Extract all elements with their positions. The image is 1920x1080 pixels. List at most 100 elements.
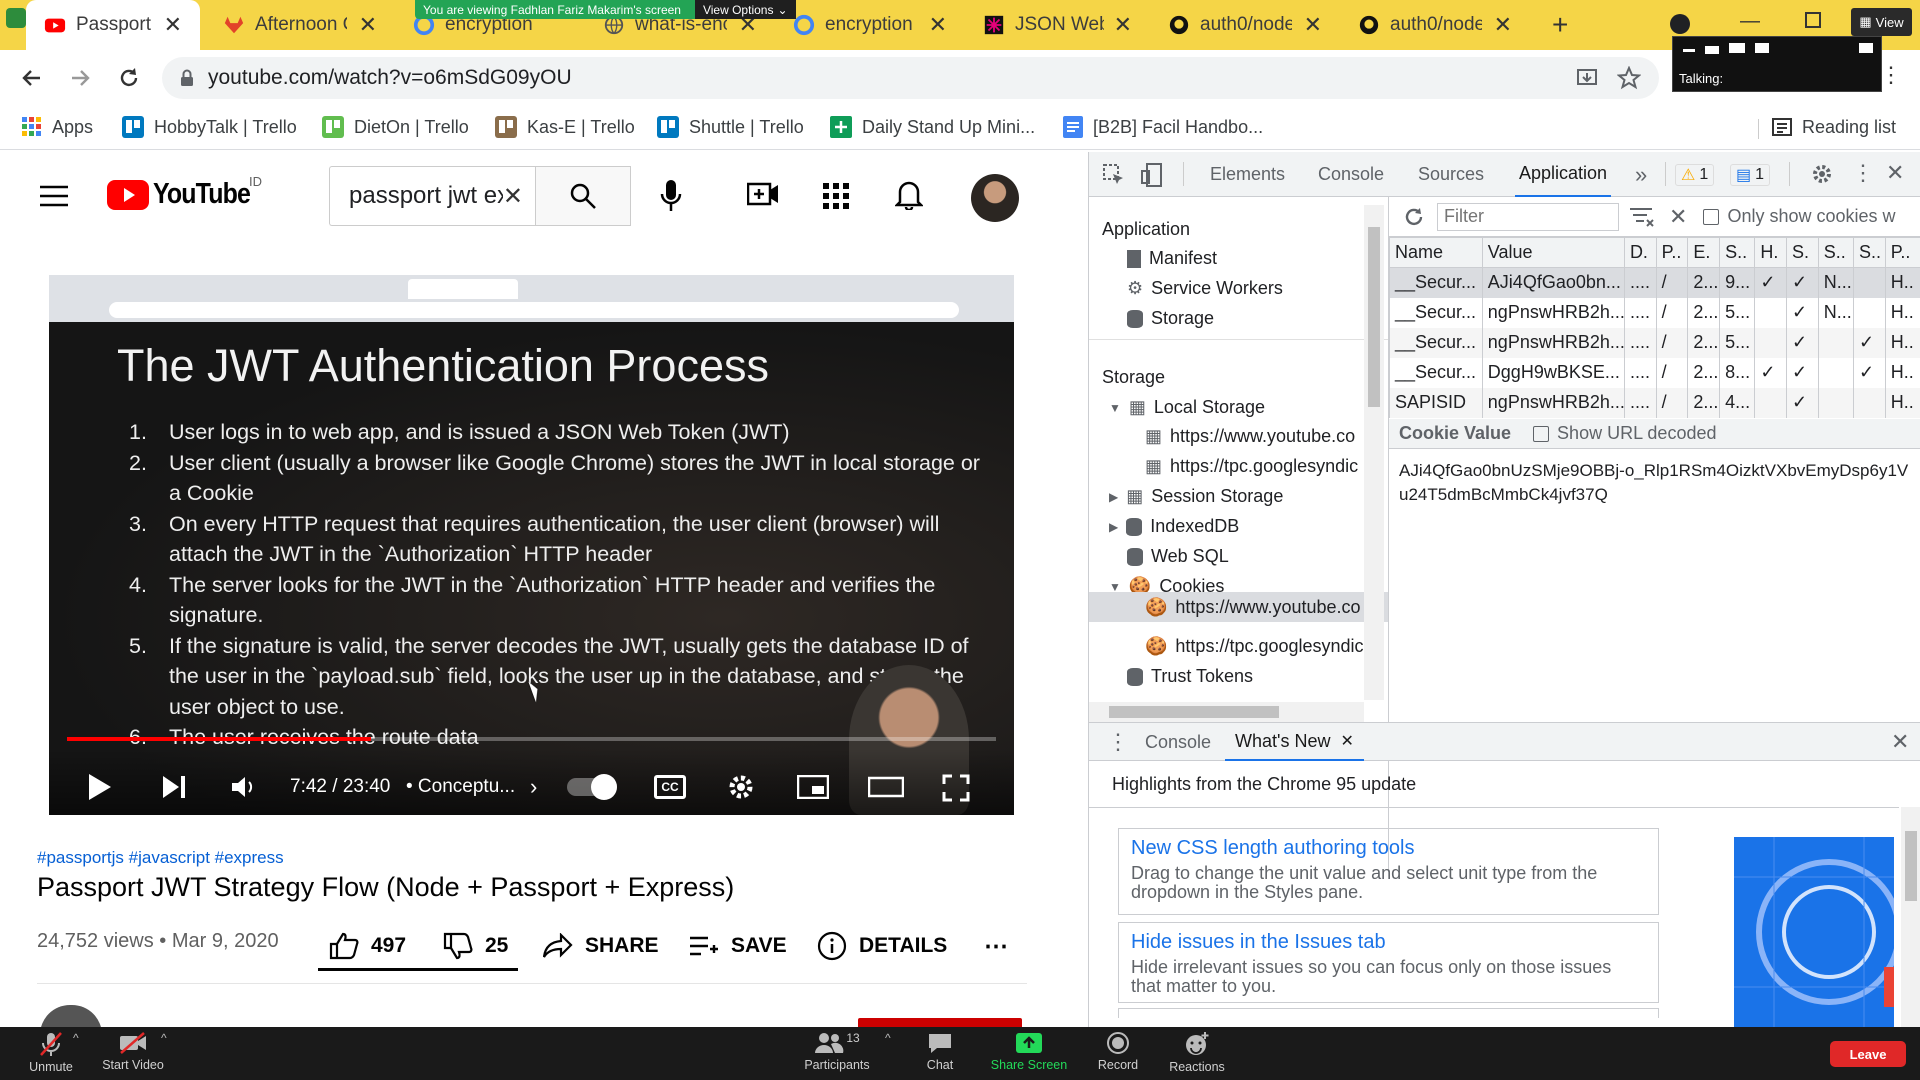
column-header-priority[interactable]: P..: [1884, 237, 1920, 268]
more-actions-icon[interactable]: ⋯: [984, 924, 1008, 968]
search-input[interactable]: passport jwt ex ✕: [329, 166, 535, 226]
zoom-view-button[interactable]: ▦ View: [1851, 8, 1912, 36]
whats-new-card[interactable]: New CSS length authoring tools Drag to c…: [1118, 828, 1659, 915]
play-icon[interactable]: [87, 772, 113, 802]
back-icon[interactable]: [20, 66, 44, 90]
leave-meeting-button[interactable]: Leave: [1830, 1041, 1906, 1067]
sidebar-item-session-storage[interactable]: ▶ ▦ Session Storage: [1109, 486, 1283, 507]
only-show-cookies-checkbox[interactable]: [1703, 208, 1720, 225]
tab-encryption-2[interactable]: encryption ✕: [775, 0, 965, 50]
bookmark-apps[interactable]: Apps: [22, 113, 93, 141]
search-button[interactable]: [535, 166, 631, 226]
bookmark-dieton[interactable]: DietOn | Trello: [322, 113, 469, 141]
sidebar-vertical-scrollbar[interactable]: [1364, 205, 1384, 700]
theater-mode-icon[interactable]: [868, 775, 904, 799]
messages-badge[interactable]: ▤ 1: [1730, 164, 1771, 186]
table-row[interactable]: SAPISID ngPnswHRB2h......./2... 4... ✓ H..: [1389, 387, 1920, 418]
bookmark-b2b-handbook[interactable]: [B2B] Facil Handbo...: [1063, 113, 1263, 141]
bookmark-star-icon[interactable]: [1617, 66, 1641, 90]
reading-list-button[interactable]: Reading list: [1772, 113, 1896, 141]
audio-options-chevron-icon[interactable]: ^: [73, 1031, 79, 1045]
share-button[interactable]: SHARE: [543, 924, 659, 968]
browser-menu-icon[interactable]: ⋮: [1880, 62, 1902, 88]
column-header-secure[interactable]: S.: [1786, 237, 1819, 268]
devtools-settings-gear-icon[interactable]: [1811, 163, 1833, 185]
record-button[interactable]: Record: [1073, 1031, 1163, 1072]
cookie-filter-input[interactable]: [1437, 202, 1619, 231]
column-header-expires[interactable]: E.: [1687, 237, 1721, 268]
next-video-icon[interactable]: [161, 774, 187, 800]
sidebar-item-web-sql[interactable]: Web SQL: [1127, 546, 1229, 567]
column-header-value[interactable]: Value: [1481, 237, 1625, 268]
show-url-decoded-checkbox[interactable]: [1533, 425, 1550, 442]
close-tab-icon[interactable]: ✕: [1494, 12, 1512, 38]
column-header-sameparty[interactable]: S..: [1853, 237, 1886, 268]
sidebar-item-storage[interactable]: Storage: [1127, 308, 1214, 329]
table-row[interactable]: __Secur... ngPnswHRB2h......./2... 5... ✓ ✓ H…: [1389, 327, 1920, 358]
tab-console[interactable]: Console: [1318, 152, 1384, 197]
video-player[interactable]: The JWT Authentication Process 1. User lo…: [49, 275, 1014, 815]
close-drawer-icon[interactable]: ✕: [1891, 729, 1909, 755]
close-drawer-tab-icon[interactable]: ✕: [1340, 731, 1353, 751]
like-button[interactable]: 497: [329, 924, 406, 968]
close-tab-icon[interactable]: ✕: [359, 12, 377, 38]
devtools-menu-icon[interactable]: ⋮: [1852, 160, 1874, 186]
warnings-badge[interactable]: ⚠ 1: [1675, 164, 1715, 186]
forward-icon[interactable]: [68, 66, 92, 90]
more-tabs-icon[interactable]: »: [1635, 152, 1647, 197]
sidebar-item-local-youtube[interactable]: ▦ https://www.youtube.co: [1145, 426, 1355, 447]
save-button[interactable]: SAVE: [689, 924, 787, 968]
reload-icon[interactable]: [117, 66, 141, 90]
youtube-apps-icon[interactable]: [823, 183, 849, 209]
card-title[interactable]: Hide issues in the Issues tab: [1131, 931, 1646, 954]
sidebar-item-service-workers[interactable]: ⚙ Service Workers: [1127, 278, 1283, 299]
minimize-window-icon[interactable]: —: [1740, 10, 1760, 33]
refresh-icon[interactable]: [1403, 206, 1425, 228]
whats-new-card[interactable]: Hide issues in the Issues tab Hide irrel…: [1118, 922, 1659, 1003]
tab-application[interactable]: Application: [1515, 152, 1612, 197]
settings-gear-icon[interactable]: [726, 772, 756, 802]
bookmark-kas-e[interactable]: Kas-E | Trello: [495, 113, 635, 141]
autoplay-toggle[interactable]: [567, 774, 617, 800]
delete-selected-icon[interactable]: ✕: [1669, 204, 1687, 230]
zoom-mini-window[interactable]: Talking:: [1672, 36, 1882, 92]
sidebar-item-local-storage[interactable]: ▼ ▦ Local Storage: [1109, 397, 1265, 418]
tab-sources[interactable]: Sources: [1418, 152, 1484, 197]
new-tab-button[interactable]: +: [1552, 9, 1568, 41]
column-header-name[interactable]: Name: [1389, 237, 1483, 268]
table-row[interactable]: __Secur... ngPnswHRB2h......./2... 5... ✓ N.…: [1389, 297, 1920, 328]
column-header-size[interactable]: S..: [1719, 237, 1756, 268]
sidebar-item-cookies-tpc[interactable]: 🍪 https://tpc.googlesyndic: [1145, 636, 1364, 657]
sidebar-item-manifest[interactable]: Manifest: [1127, 248, 1217, 269]
miniplayer-icon[interactable]: [797, 775, 829, 799]
tab-auth0-node[interactable]: auth0/node ✕: [1150, 0, 1340, 50]
sidebar-item-indexeddb[interactable]: ▶ IndexedDB: [1109, 516, 1239, 537]
device-toolbar-icon[interactable]: [1141, 163, 1163, 187]
hamburger-menu-icon[interactable]: [40, 185, 68, 207]
fullscreen-icon[interactable]: [942, 774, 970, 802]
drawer-tab-whats-new[interactable]: What's New ✕: [1225, 723, 1364, 761]
video-options-chevron-icon[interactable]: ^: [161, 1031, 167, 1045]
address-bar[interactable]: youtube.com/watch?v=o6mSdG09yOU: [162, 57, 1659, 99]
tab-auth0-node-2[interactable]: auth0/node ✕: [1340, 0, 1530, 50]
cookie-value-text[interactable]: AJi4QfGao0bnUzSMje9OBBj-o_Rlp1RSm4OizktV…: [1399, 459, 1914, 507]
subscribe-button[interactable]: [858, 1018, 1022, 1027]
close-devtools-icon[interactable]: ✕: [1886, 160, 1904, 186]
tab-json-web[interactable]: JSON Web ✕: [965, 0, 1150, 50]
volume-icon[interactable]: [231, 776, 255, 798]
participants-button[interactable]: 13 Participants: [792, 1031, 882, 1072]
participants-chevron-icon[interactable]: ^: [885, 1031, 891, 1045]
table-row[interactable]: __Secur... AJi4QfGao0bn......./2... 9... ✓ ✓…: [1389, 267, 1920, 298]
sidebar-horizontal-scrollbar[interactable]: [1089, 702, 1364, 722]
table-row[interactable]: __Secur... DggH9wBKSE......./2... 8... ✓ ✓ ✓ H…: [1389, 357, 1920, 388]
bookmark-hobbytalk[interactable]: HobbyTalk | Trello: [122, 113, 297, 141]
clear-search-icon[interactable]: ✕: [503, 182, 523, 211]
reactions-button[interactable]: Reactions: [1152, 1031, 1242, 1074]
notifications-bell-icon[interactable]: [895, 180, 923, 210]
captions-icon[interactable]: CC: [654, 775, 686, 799]
dislike-button[interactable]: 25: [443, 924, 508, 968]
column-header-samesite[interactable]: S..: [1817, 237, 1855, 268]
video-hashtags[interactable]: #passportjs #javascript #express: [37, 848, 284, 868]
avatar[interactable]: [971, 174, 1019, 222]
share-screen-button[interactable]: Share Screen: [984, 1031, 1074, 1072]
